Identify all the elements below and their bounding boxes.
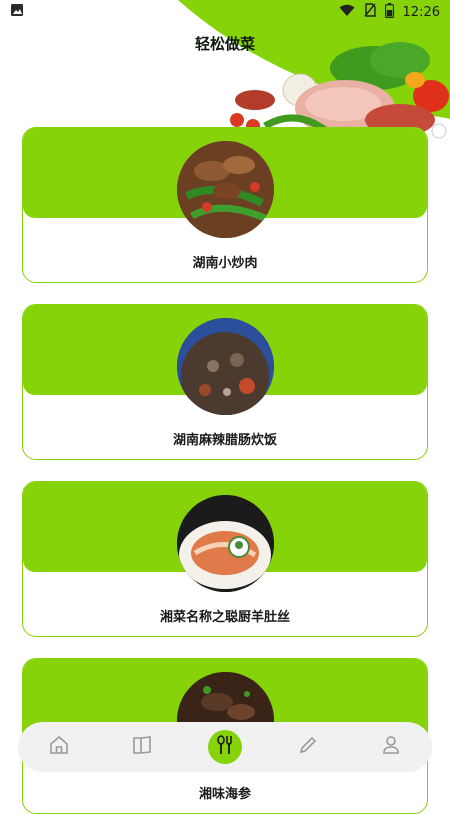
home-icon (49, 735, 69, 759)
recipe-card[interactable]: 湖南麻辣腊肠炊饭 (22, 304, 428, 460)
book-icon (132, 735, 152, 759)
status-bar: 12:26 (0, 0, 450, 24)
nav-home[interactable] (39, 727, 79, 767)
no-sim-icon (363, 3, 376, 21)
nav-book[interactable] (122, 727, 162, 767)
recipe-title: 湖南麻辣腊肠炊饭 (172, 433, 277, 448)
wifi-icon (339, 4, 355, 21)
nav-profile[interactable] (371, 727, 411, 767)
recipe-title: 湘菜名称之聪厨羊肚丝 (159, 610, 290, 625)
recipe-title: 湖南小炒肉 (192, 256, 258, 271)
nav-write[interactable] (288, 727, 328, 767)
recipe-thumbnail (177, 495, 274, 592)
recipe-card[interactable]: 湘菜名称之聪厨羊肚丝 (22, 481, 428, 637)
status-time: 12:26 (402, 4, 440, 20)
bottom-navigation (18, 722, 432, 772)
user-icon (381, 735, 401, 759)
recipe-thumbnail (177, 318, 274, 415)
recipe-thumbnail (177, 141, 274, 238)
gallery-icon (10, 3, 24, 21)
nav-recipes[interactable] (205, 727, 245, 767)
battery-icon (384, 2, 394, 22)
recipe-card[interactable]: 湖南小炒肉 (22, 127, 428, 283)
nav-active-indicator (207, 730, 242, 764)
fork-spoon-icon (216, 735, 234, 759)
recipe-title: 湘味海参 (198, 787, 251, 802)
pencil-icon (298, 735, 318, 759)
